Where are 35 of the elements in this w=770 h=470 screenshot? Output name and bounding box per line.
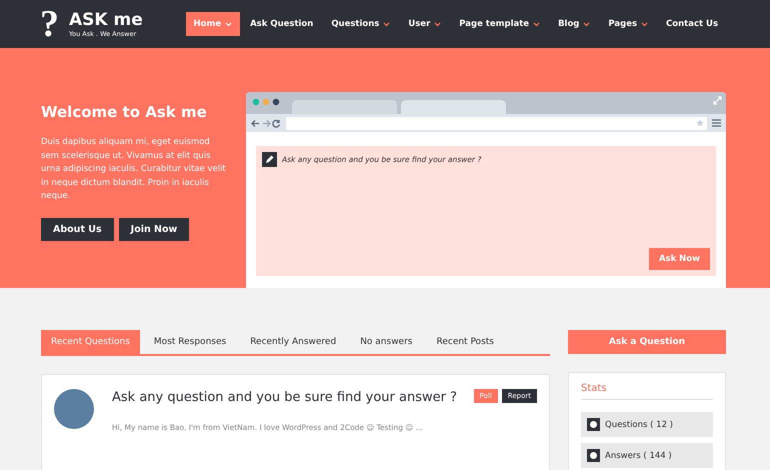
logo-mark: ? (40, 5, 59, 43)
navigation-icons (251, 118, 281, 128)
question-tab[interactable]: Most Responses (144, 330, 236, 354)
question-tab[interactable]: Recent Posts (426, 330, 504, 354)
nav-item[interactable]: Ask Question (242, 12, 322, 36)
nav-item[interactable]: Page template (451, 12, 548, 36)
caret-icon (583, 22, 590, 26)
hero-button[interactable]: About Us (41, 218, 114, 240)
pencil-icon (262, 152, 277, 167)
logo-name: ASK me (69, 10, 143, 30)
question-tab[interactable]: No answers (350, 330, 422, 354)
hero-title: Welcome to Ask me (41, 102, 207, 122)
question-title[interactable]: Ask any question and you be sure find your answer ? (112, 389, 462, 407)
nav-item[interactable]: Blog (550, 12, 598, 36)
nav-item[interactable]: Pages (600, 12, 656, 36)
nav-item[interactable]: User (400, 12, 450, 36)
expand-icon (713, 96, 722, 105)
caret-icon (225, 22, 232, 26)
caret-icon (383, 22, 390, 26)
hero-button[interactable]: Join Now (118, 218, 190, 240)
caret-icon (533, 22, 540, 26)
star-icon (696, 119, 704, 127)
stat-icon (587, 449, 600, 462)
stat-label: Questions ( 12 ) (605, 420, 673, 430)
widget-title: Stats (581, 383, 713, 400)
nav-item[interactable]: Questions (323, 12, 398, 36)
caret-icon (641, 22, 648, 26)
hero-text: Duis dapibus aliquam mi, eget euismod sem scelerisque ut. Vivamus at elit quis urna adipiscing iaculis. Curabitur vitae velit in neque dictum blandit. Proin in iaculis neque. (41, 136, 226, 203)
caret-icon (434, 22, 442, 26)
menu-icon (712, 119, 721, 127)
avatar (54, 389, 94, 429)
stat-icon (587, 418, 600, 431)
nav-item[interactable]: Contact Us (658, 12, 726, 36)
stat-label: Answers ( 144 ) (605, 450, 672, 460)
question-tab[interactable]: Recently Answered (240, 330, 346, 354)
